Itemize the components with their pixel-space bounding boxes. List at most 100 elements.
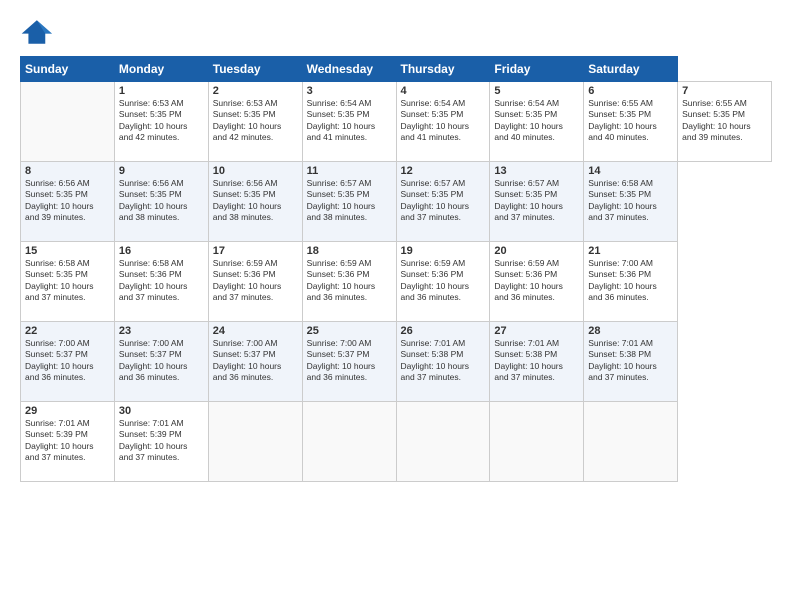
cell-content: Sunrise: 6:53 AM Sunset: 5:35 PM Dayligh… — [119, 98, 204, 144]
calendar-cell — [396, 402, 490, 482]
cell-content: Sunrise: 6:59 AM Sunset: 5:36 PM Dayligh… — [494, 258, 579, 304]
calendar-cell: 10Sunrise: 6:56 AM Sunset: 5:35 PM Dayli… — [208, 162, 302, 242]
calendar-cell — [584, 402, 678, 482]
calendar-cell: 1Sunrise: 6:53 AM Sunset: 5:35 PM Daylig… — [114, 82, 208, 162]
day-number: 29 — [25, 405, 110, 417]
cell-content: Sunrise: 7:00 AM Sunset: 5:37 PM Dayligh… — [213, 338, 298, 384]
day-number: 13 — [494, 165, 579, 177]
day-number: 5 — [494, 85, 579, 97]
cell-content: Sunrise: 6:54 AM Sunset: 5:35 PM Dayligh… — [307, 98, 392, 144]
week-row: 22Sunrise: 7:00 AM Sunset: 5:37 PM Dayli… — [21, 322, 772, 402]
cell-content: Sunrise: 6:59 AM Sunset: 5:36 PM Dayligh… — [213, 258, 298, 304]
cell-content: Sunrise: 6:58 AM Sunset: 5:35 PM Dayligh… — [25, 258, 110, 304]
calendar-cell: 23Sunrise: 7:00 AM Sunset: 5:37 PM Dayli… — [114, 322, 208, 402]
cell-content: Sunrise: 7:00 AM Sunset: 5:37 PM Dayligh… — [25, 338, 110, 384]
calendar-cell: 21Sunrise: 7:00 AM Sunset: 5:36 PM Dayli… — [584, 242, 678, 322]
cell-content: Sunrise: 7:01 AM Sunset: 5:39 PM Dayligh… — [25, 418, 110, 464]
calendar-table: SundayMondayTuesdayWednesdayThursdayFrid… — [20, 56, 772, 482]
calendar-cell: 27Sunrise: 7:01 AM Sunset: 5:38 PM Dayli… — [490, 322, 584, 402]
day-number: 2 — [213, 85, 298, 97]
calendar-cell: 19Sunrise: 6:59 AM Sunset: 5:36 PM Dayli… — [396, 242, 490, 322]
col-header-monday: Monday — [114, 57, 208, 82]
day-number: 10 — [213, 165, 298, 177]
day-number: 1 — [119, 85, 204, 97]
day-number: 15 — [25, 245, 110, 257]
calendar-cell: 11Sunrise: 6:57 AM Sunset: 5:35 PM Dayli… — [302, 162, 396, 242]
day-number: 28 — [588, 325, 673, 337]
calendar-cell: 22Sunrise: 7:00 AM Sunset: 5:37 PM Dayli… — [21, 322, 115, 402]
cell-content: Sunrise: 6:57 AM Sunset: 5:35 PM Dayligh… — [307, 178, 392, 224]
cell-content: Sunrise: 7:00 AM Sunset: 5:36 PM Dayligh… — [588, 258, 673, 304]
day-number: 7 — [682, 85, 767, 97]
calendar-cell: 5Sunrise: 6:54 AM Sunset: 5:35 PM Daylig… — [490, 82, 584, 162]
day-number: 4 — [401, 85, 486, 97]
calendar-cell: 17Sunrise: 6:59 AM Sunset: 5:36 PM Dayli… — [208, 242, 302, 322]
day-number: 19 — [401, 245, 486, 257]
cell-content: Sunrise: 6:59 AM Sunset: 5:36 PM Dayligh… — [401, 258, 486, 304]
week-row: 15Sunrise: 6:58 AM Sunset: 5:35 PM Dayli… — [21, 242, 772, 322]
day-number: 6 — [588, 85, 673, 97]
day-number: 11 — [307, 165, 392, 177]
cell-content: Sunrise: 6:54 AM Sunset: 5:35 PM Dayligh… — [401, 98, 486, 144]
cell-content: Sunrise: 6:59 AM Sunset: 5:36 PM Dayligh… — [307, 258, 392, 304]
day-number: 9 — [119, 165, 204, 177]
day-number: 26 — [401, 325, 486, 337]
day-number: 14 — [588, 165, 673, 177]
col-header-friday: Friday — [490, 57, 584, 82]
cell-content: Sunrise: 6:54 AM Sunset: 5:35 PM Dayligh… — [494, 98, 579, 144]
calendar-cell: 25Sunrise: 7:00 AM Sunset: 5:37 PM Dayli… — [302, 322, 396, 402]
calendar-cell: 8Sunrise: 6:56 AM Sunset: 5:35 PM Daylig… — [21, 162, 115, 242]
day-number: 8 — [25, 165, 110, 177]
calendar-cell: 6Sunrise: 6:55 AM Sunset: 5:35 PM Daylig… — [584, 82, 678, 162]
col-header-saturday: Saturday — [584, 57, 678, 82]
week-row: 8Sunrise: 6:56 AM Sunset: 5:35 PM Daylig… — [21, 162, 772, 242]
calendar-cell: 16Sunrise: 6:58 AM Sunset: 5:36 PM Dayli… — [114, 242, 208, 322]
day-number: 3 — [307, 85, 392, 97]
calendar-page: SundayMondayTuesdayWednesdayThursdayFrid… — [0, 0, 792, 612]
cell-content: Sunrise: 6:57 AM Sunset: 5:35 PM Dayligh… — [401, 178, 486, 224]
calendar-cell: 13Sunrise: 6:57 AM Sunset: 5:35 PM Dayli… — [490, 162, 584, 242]
cell-content: Sunrise: 6:58 AM Sunset: 5:35 PM Dayligh… — [588, 178, 673, 224]
cell-content: Sunrise: 7:01 AM Sunset: 5:38 PM Dayligh… — [494, 338, 579, 384]
cell-content: Sunrise: 6:58 AM Sunset: 5:36 PM Dayligh… — [119, 258, 204, 304]
calendar-cell: 15Sunrise: 6:58 AM Sunset: 5:35 PM Dayli… — [21, 242, 115, 322]
day-number: 17 — [213, 245, 298, 257]
calendar-cell: 28Sunrise: 7:01 AM Sunset: 5:38 PM Dayli… — [584, 322, 678, 402]
col-header-sunday: Sunday — [21, 57, 115, 82]
calendar-cell: 18Sunrise: 6:59 AM Sunset: 5:36 PM Dayli… — [302, 242, 396, 322]
calendar-cell: 14Sunrise: 6:58 AM Sunset: 5:35 PM Dayli… — [584, 162, 678, 242]
calendar-cell: 12Sunrise: 6:57 AM Sunset: 5:35 PM Dayli… — [396, 162, 490, 242]
col-header-thursday: Thursday — [396, 57, 490, 82]
day-number: 20 — [494, 245, 579, 257]
col-header-tuesday: Tuesday — [208, 57, 302, 82]
day-number: 16 — [119, 245, 204, 257]
calendar-cell — [21, 82, 115, 162]
cell-content: Sunrise: 6:55 AM Sunset: 5:35 PM Dayligh… — [588, 98, 673, 144]
calendar-cell: 2Sunrise: 6:53 AM Sunset: 5:35 PM Daylig… — [208, 82, 302, 162]
cell-content: Sunrise: 7:00 AM Sunset: 5:37 PM Dayligh… — [119, 338, 204, 384]
cell-content: Sunrise: 6:56 AM Sunset: 5:35 PM Dayligh… — [119, 178, 204, 224]
logo-icon — [20, 18, 52, 46]
cell-content: Sunrise: 6:56 AM Sunset: 5:35 PM Dayligh… — [213, 178, 298, 224]
calendar-cell: 26Sunrise: 7:01 AM Sunset: 5:38 PM Dayli… — [396, 322, 490, 402]
calendar-cell — [490, 402, 584, 482]
day-number: 23 — [119, 325, 204, 337]
cell-content: Sunrise: 6:56 AM Sunset: 5:35 PM Dayligh… — [25, 178, 110, 224]
week-row: 29Sunrise: 7:01 AM Sunset: 5:39 PM Dayli… — [21, 402, 772, 482]
day-number: 18 — [307, 245, 392, 257]
day-number: 25 — [307, 325, 392, 337]
calendar-cell: 30Sunrise: 7:01 AM Sunset: 5:39 PM Dayli… — [114, 402, 208, 482]
calendar-cell — [208, 402, 302, 482]
page-header — [20, 18, 772, 46]
calendar-cell: 20Sunrise: 6:59 AM Sunset: 5:36 PM Dayli… — [490, 242, 584, 322]
day-number: 24 — [213, 325, 298, 337]
day-number: 27 — [494, 325, 579, 337]
day-number: 12 — [401, 165, 486, 177]
col-header-wednesday: Wednesday — [302, 57, 396, 82]
calendar-cell: 4Sunrise: 6:54 AM Sunset: 5:35 PM Daylig… — [396, 82, 490, 162]
calendar-cell: 24Sunrise: 7:00 AM Sunset: 5:37 PM Dayli… — [208, 322, 302, 402]
calendar-cell: 9Sunrise: 6:56 AM Sunset: 5:35 PM Daylig… — [114, 162, 208, 242]
logo — [20, 18, 56, 46]
cell-content: Sunrise: 7:00 AM Sunset: 5:37 PM Dayligh… — [307, 338, 392, 384]
cell-content: Sunrise: 6:55 AM Sunset: 5:35 PM Dayligh… — [682, 98, 767, 144]
